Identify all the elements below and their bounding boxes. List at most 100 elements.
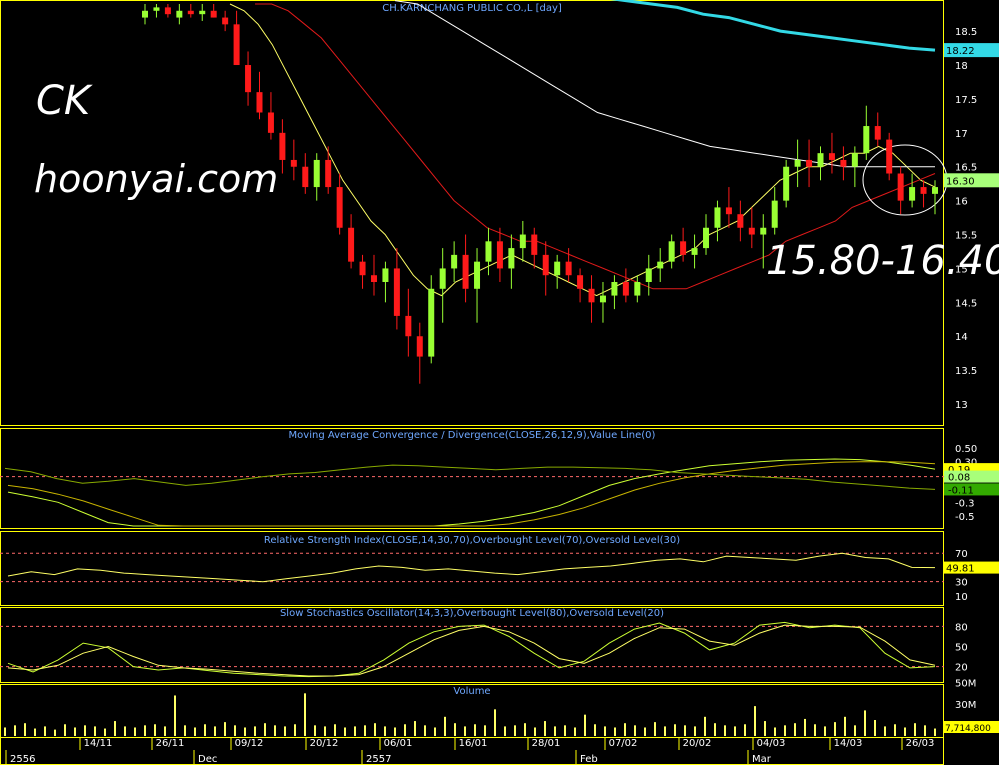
time-tick-label: 04/03 bbox=[757, 738, 786, 749]
volume-bar bbox=[604, 726, 606, 736]
volume-bar bbox=[14, 725, 16, 736]
volume-bar bbox=[734, 726, 736, 736]
volume-bar bbox=[864, 710, 866, 736]
time-tick-label: 14/03 bbox=[834, 738, 863, 749]
candle-body bbox=[737, 214, 744, 228]
macd-tick-label: -0.5 bbox=[955, 512, 975, 523]
volume-bar bbox=[704, 716, 706, 736]
volume-bar bbox=[714, 723, 716, 736]
volume-bar bbox=[674, 724, 676, 736]
macd-panel-title: Moving Average Convergence / Divergence(… bbox=[289, 430, 656, 441]
volume-bar bbox=[934, 728, 936, 736]
volume-bar bbox=[354, 726, 356, 736]
candle-body bbox=[760, 227, 767, 235]
volume-bar bbox=[874, 720, 876, 736]
volume-bar bbox=[74, 727, 76, 736]
time-tick-label: 20/02 bbox=[683, 738, 712, 749]
candle-body bbox=[290, 159, 297, 167]
volume-bar bbox=[464, 726, 466, 736]
volume-bar bbox=[444, 716, 446, 736]
volume-bar bbox=[834, 722, 836, 736]
volume-bar bbox=[624, 723, 626, 736]
rsi-panel-title: Relative Strength Index(CLOSE,14,30,70),… bbox=[264, 535, 680, 546]
period-label: 2557 bbox=[366, 754, 391, 765]
volume-bar bbox=[114, 721, 116, 736]
volume-bar bbox=[164, 726, 166, 736]
volume-bar bbox=[694, 726, 696, 736]
candle-body bbox=[256, 92, 263, 113]
macd-tick-label: -0.3 bbox=[955, 498, 975, 509]
volume-bar bbox=[584, 714, 586, 736]
volume-bar bbox=[284, 726, 286, 736]
volume-bar bbox=[334, 724, 336, 736]
stoch-tick-label: 20 bbox=[955, 663, 968, 674]
ticker-overlay: CK bbox=[36, 78, 91, 124]
rsi-tick-label: 10 bbox=[955, 592, 968, 603]
volume-bar bbox=[184, 725, 186, 736]
volume-bar bbox=[394, 727, 396, 736]
volume-bar bbox=[424, 725, 426, 736]
candle-body bbox=[680, 241, 687, 255]
volume-bar bbox=[454, 723, 456, 736]
candle-body bbox=[840, 159, 847, 167]
candle-body bbox=[932, 187, 938, 194]
volume-bar bbox=[314, 725, 316, 736]
candle-body bbox=[496, 241, 503, 269]
price-tick-label: 14 bbox=[955, 332, 968, 343]
volume-bar bbox=[24, 723, 26, 736]
candle-body bbox=[245, 65, 252, 93]
candle-body bbox=[828, 153, 835, 160]
website-overlay: hoonyai.com bbox=[34, 157, 279, 201]
candle-body bbox=[187, 10, 194, 15]
candle-body bbox=[428, 288, 435, 357]
volume-bar bbox=[794, 723, 796, 736]
candle-body bbox=[531, 234, 538, 255]
time-tick-label: 16/01 bbox=[459, 738, 488, 749]
period-label: Feb bbox=[580, 754, 598, 765]
candle-body bbox=[622, 282, 629, 296]
volume-bar bbox=[614, 727, 616, 736]
candle-body bbox=[748, 227, 755, 235]
volume-bar bbox=[104, 728, 106, 736]
stoch-tick-label: 50 bbox=[955, 643, 968, 654]
volume-bar bbox=[744, 724, 746, 736]
candle-body bbox=[554, 261, 561, 276]
time-tick-label: 28/01 bbox=[532, 738, 561, 749]
volume-bar bbox=[414, 721, 416, 736]
candle-body bbox=[806, 159, 813, 167]
candle-body bbox=[725, 207, 732, 215]
volume-bar bbox=[494, 709, 496, 736]
candle-body bbox=[153, 7, 160, 11]
volume-bar bbox=[854, 725, 856, 736]
volume-bar bbox=[94, 726, 96, 736]
volume-bar bbox=[64, 724, 66, 736]
volume-bar bbox=[144, 725, 146, 736]
candle-body bbox=[176, 10, 183, 18]
volume-bar bbox=[304, 693, 306, 736]
candle-body bbox=[565, 261, 572, 276]
volume-bar bbox=[484, 725, 486, 736]
volume-bar bbox=[564, 725, 566, 736]
candle-body bbox=[588, 288, 595, 303]
volume-bar bbox=[514, 725, 516, 736]
candle-body bbox=[164, 7, 171, 15]
candle-body bbox=[462, 254, 469, 289]
volume-tick-label: 50M bbox=[955, 679, 976, 690]
candle-body bbox=[599, 295, 606, 303]
volume-bar bbox=[384, 726, 386, 736]
volume-bar bbox=[204, 724, 206, 736]
volume-bar bbox=[774, 727, 776, 736]
candle-body bbox=[611, 282, 618, 296]
candle-body bbox=[897, 173, 904, 201]
rsi-tick-label: 70 bbox=[955, 549, 968, 560]
volume-bar bbox=[754, 706, 756, 736]
candle-body bbox=[886, 139, 893, 174]
candle-body bbox=[909, 187, 916, 201]
volume-bar bbox=[124, 726, 126, 736]
period-label: Mar bbox=[752, 754, 772, 765]
price-tick-label: 13 bbox=[955, 400, 968, 411]
period-label: 2556 bbox=[10, 754, 35, 765]
volume-bar bbox=[814, 724, 816, 736]
candle-body bbox=[439, 268, 446, 289]
candle-body bbox=[302, 166, 309, 188]
